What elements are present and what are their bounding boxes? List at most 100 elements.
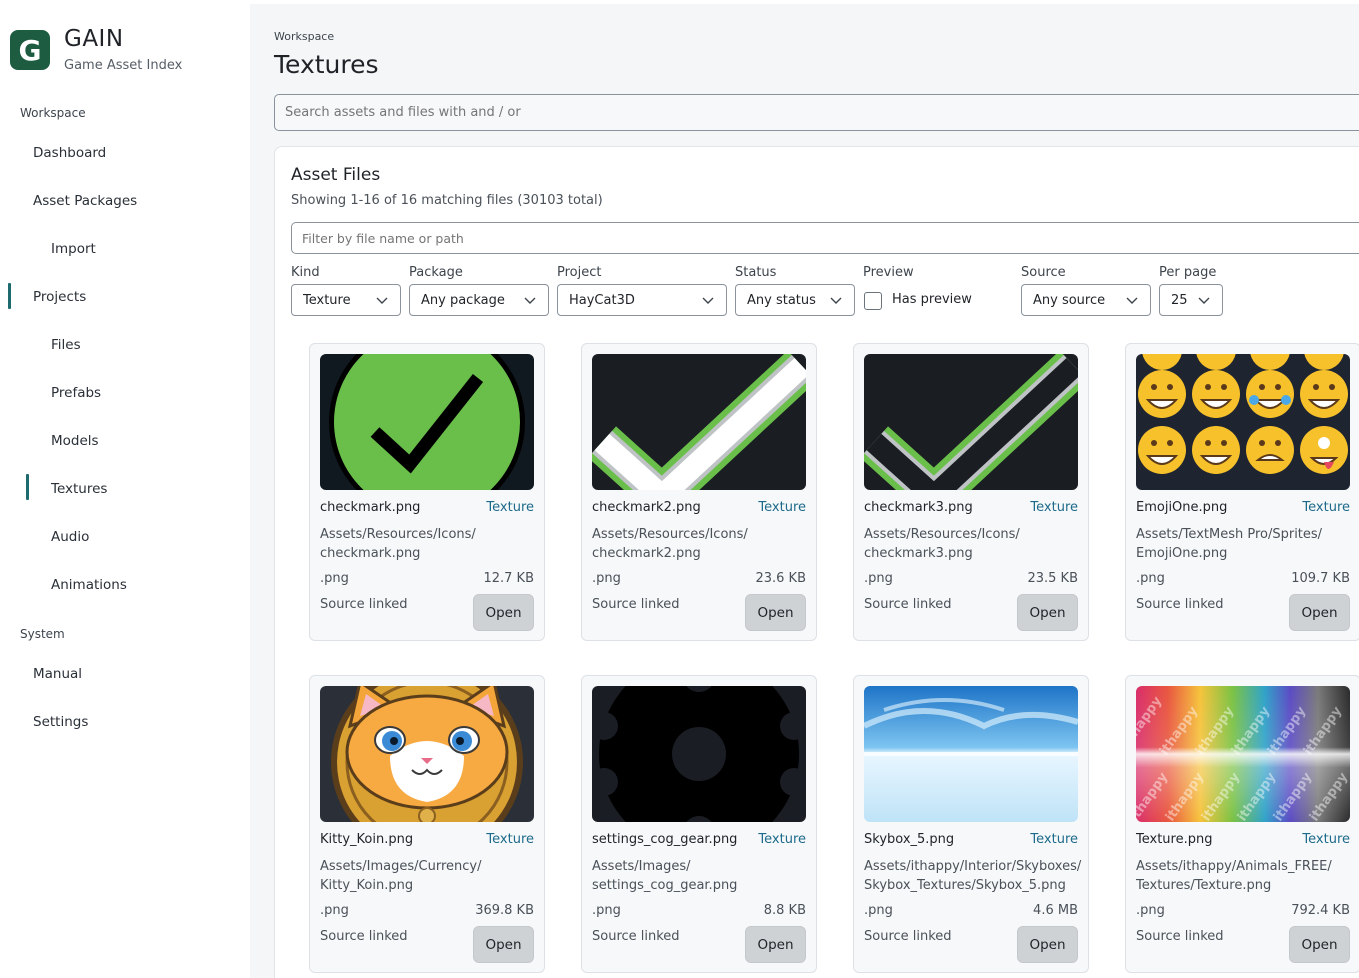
file-path: Assets/ithappy/Interior/Skyboxes/ Skybox… <box>864 859 1082 893</box>
has-preview-checkbox[interactable] <box>864 292 882 310</box>
per-page-select[interactable]: 25 <box>1159 284 1223 316</box>
thumbnail-kitty-koin <box>320 686 534 822</box>
file-name: checkmark.png <box>320 500 421 515</box>
source-status: Source linked <box>864 597 952 612</box>
sidebar-item-models[interactable]: Models <box>51 433 99 449</box>
project-label: Project <box>557 265 602 280</box>
file-extension: .png <box>320 903 349 918</box>
source-status: Source linked <box>864 929 952 944</box>
file-name: checkmark3.png <box>864 500 973 515</box>
sidebar-item-dashboard[interactable]: Dashboard <box>33 145 106 161</box>
brand[interactable]: G GAIN Game Asset Index <box>10 26 182 73</box>
per-page-label: Per page <box>1159 265 1217 280</box>
asset-card[interactable]: ithappy ithappy ithappy ithappy ithappy … <box>1125 675 1359 973</box>
asset-card[interactable]: checkmark3.png Texture Assets/Resources/… <box>853 343 1089 641</box>
asset-card[interactable]: checkmark.png Texture Assets/Resources/I… <box>309 343 545 641</box>
source-status: Source linked <box>592 597 680 612</box>
open-button[interactable]: Open <box>745 926 806 963</box>
asset-card[interactable]: EmojiOne.png Texture Assets/TextMesh Pro… <box>1125 343 1359 641</box>
open-button[interactable]: Open <box>473 926 534 963</box>
app-name: GAIN <box>64 26 124 52</box>
chevron-down-icon <box>1126 297 1138 304</box>
thumbnail-checkmark3 <box>864 354 1078 490</box>
file-name: Skybox_5.png <box>864 832 955 847</box>
file-size: 23.6 KB <box>755 571 806 586</box>
source-status: Source linked <box>1136 929 1224 944</box>
source-status: Source linked <box>1136 597 1224 612</box>
kind-select[interactable]: Texture <box>291 284 401 316</box>
chevron-down-icon <box>1198 297 1210 304</box>
open-button[interactable]: Open <box>745 594 806 631</box>
file-name: settings_cog_gear.png <box>592 832 738 847</box>
open-button[interactable]: Open <box>473 594 534 631</box>
file-name: Kitty_Koin.png <box>320 832 414 847</box>
package-select[interactable]: Any package <box>409 284 549 316</box>
file-path: Assets/TextMesh Pro/Sprites/ EmojiOne.pn… <box>1136 527 1323 561</box>
file-size: 12.7 KB <box>483 571 534 586</box>
sidebar-item-audio[interactable]: Audio <box>51 529 89 545</box>
preview-label: Preview <box>863 265 914 280</box>
has-preview-label[interactable]: Has preview <box>892 292 972 307</box>
sidebar-item-files[interactable]: Files <box>51 337 81 353</box>
thumbnail-checkmark2 <box>592 354 806 490</box>
file-path: Assets/ithappy/Animals_FREE/ Textures/Te… <box>1136 859 1332 893</box>
breadcrumb[interactable]: Workspace <box>274 30 334 43</box>
file-size: 8.8 KB <box>763 903 806 918</box>
file-path: Assets/Images/Currency/ Kitty_Koin.png <box>320 859 482 893</box>
open-button[interactable]: Open <box>1017 926 1078 963</box>
file-extension: .png <box>1136 903 1165 918</box>
kind-badge: Texture <box>486 500 534 515</box>
chevron-down-icon <box>830 297 842 304</box>
sidebar-item-textures[interactable]: Textures <box>51 481 107 497</box>
sidebar-item-asset-packages[interactable]: Asset Packages <box>33 193 137 209</box>
kind-badge: Texture <box>1302 832 1350 847</box>
kind-badge: Texture <box>1030 500 1078 515</box>
sidebar-item-prefabs[interactable]: Prefabs <box>51 385 101 401</box>
file-name: checkmark2.png <box>592 500 701 515</box>
search-input[interactable] <box>274 94 1359 131</box>
nav-section-system: System <box>20 627 65 641</box>
sidebar-item-manual[interactable]: Manual <box>33 666 82 682</box>
kind-badge: Texture <box>1302 500 1350 515</box>
filter-input[interactable] <box>291 222 1359 254</box>
thumbnail-skybox <box>864 686 1078 822</box>
chevron-down-icon <box>702 297 714 304</box>
status-select[interactable]: Any status <box>735 284 855 316</box>
file-size: 369.8 KB <box>475 903 534 918</box>
file-extension: .png <box>1136 571 1165 586</box>
source-status: Source linked <box>320 929 408 944</box>
thumbnail-checkmark <box>320 354 534 490</box>
sidebar-item-animations[interactable]: Animations <box>51 577 127 593</box>
source-label: Source <box>1021 265 1066 280</box>
open-button[interactable]: Open <box>1289 926 1350 963</box>
sidebar: G GAIN Game Asset Index Workspace Dashbo… <box>0 0 250 978</box>
open-button[interactable]: Open <box>1289 594 1350 631</box>
source-status: Source linked <box>320 597 408 612</box>
open-button[interactable]: Open <box>1017 594 1078 631</box>
file-path: Assets/Resources/Icons/ checkmark3.png <box>864 527 1020 561</box>
nav-section-workspace: Workspace <box>20 106 86 120</box>
file-size: 792.4 KB <box>1291 903 1350 918</box>
active-marker-textures <box>26 474 29 500</box>
sidebar-item-import[interactable]: Import <box>51 241 96 257</box>
results-summary: Showing 1-16 of 16 matching files (30103… <box>291 193 603 208</box>
asset-card[interactable]: Skybox_5.png Texture Assets/ithappy/Inte… <box>853 675 1089 973</box>
asset-files-panel: Asset Files Showing 1-16 of 16 matching … <box>274 146 1359 978</box>
panel-title: Asset Files <box>291 165 381 185</box>
file-size: 4.6 MB <box>1033 903 1078 918</box>
app-subtitle: Game Asset Index <box>64 58 183 73</box>
thumbnail-emojione <box>1136 354 1350 490</box>
asset-card[interactable]: checkmark2.png Texture Assets/Resources/… <box>581 343 817 641</box>
asset-card[interactable]: settings_cog_gear.png Texture Assets/Ima… <box>581 675 817 973</box>
asset-card[interactable]: Kitty_Koin.png Texture Assets/Images/Cur… <box>309 675 545 973</box>
file-extension: .png <box>592 571 621 586</box>
kind-label: Kind <box>291 265 320 280</box>
source-select[interactable]: Any source <box>1021 284 1151 316</box>
file-extension: .png <box>592 903 621 918</box>
sidebar-item-projects[interactable]: Projects <box>33 289 86 305</box>
chevron-down-icon <box>524 297 536 304</box>
thumbnail-texture: ithappy ithappy ithappy ithappy ithappy … <box>1136 686 1350 822</box>
project-select[interactable]: HayCat3D <box>557 284 727 316</box>
file-size: 23.5 KB <box>1027 571 1078 586</box>
sidebar-item-settings[interactable]: Settings <box>33 714 88 730</box>
